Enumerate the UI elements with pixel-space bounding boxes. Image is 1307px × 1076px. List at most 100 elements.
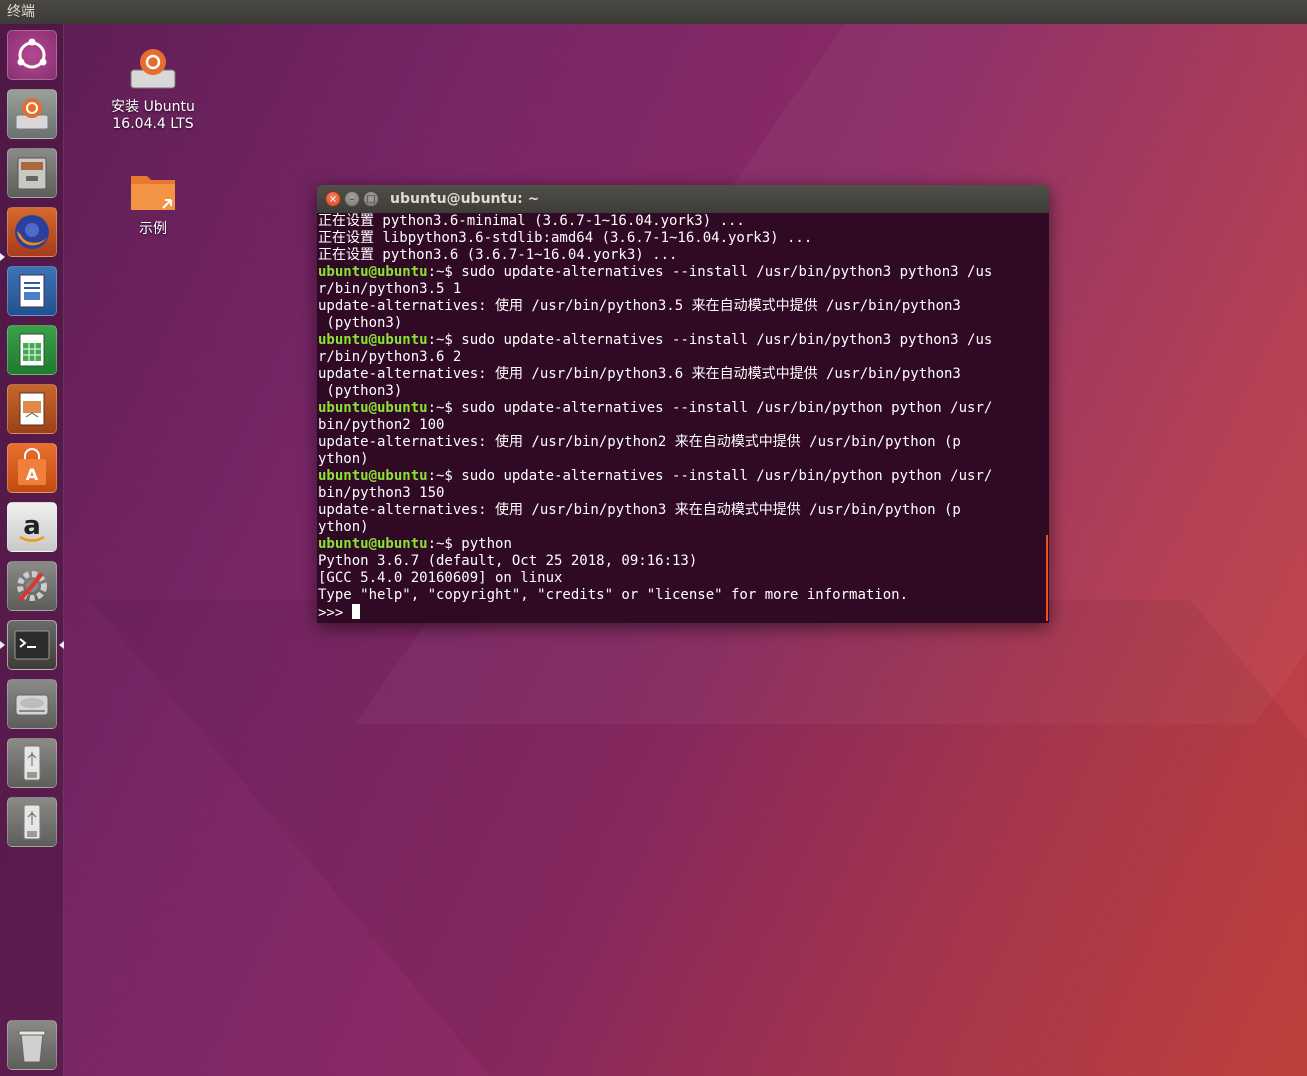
shell-prompt-suffix: :~$ xyxy=(427,536,462,552)
trash-button[interactable] xyxy=(7,1020,57,1070)
shell-prompt: ubuntu@ubuntu xyxy=(318,400,428,416)
usb-drive-1-button[interactable] xyxy=(7,738,57,788)
window-titlebar[interactable]: × – □ ubuntu@ubuntu: ~ xyxy=(317,185,1049,213)
terminal-output-line: (python3) xyxy=(318,315,1041,332)
shell-prompt: ubuntu@ubuntu xyxy=(318,468,428,484)
firefox-button[interactable] xyxy=(7,207,57,257)
line-text: (python3) xyxy=(318,315,403,331)
line-text: sudo update-alternatives --install /usr/… xyxy=(461,332,993,348)
terminal-output-line: r/bin/python3.5 1 xyxy=(318,281,1041,298)
terminal-output-line: Type "help", "copyright", "credits" or "… xyxy=(318,587,1041,604)
scrollbar[interactable] xyxy=(1046,535,1048,621)
svg-text:a: a xyxy=(23,511,41,541)
installer-icon xyxy=(15,98,49,130)
line-text: python xyxy=(461,536,512,552)
python-repl-line[interactable]: >>> xyxy=(318,604,1041,621)
installer-icon xyxy=(130,49,176,89)
terminal-output-line: update-alternatives: 使用 /usr/bin/python2… xyxy=(318,434,1041,451)
shell-prompt-suffix: :~$ xyxy=(427,468,462,484)
files-button[interactable] xyxy=(7,148,57,198)
shell-prompt: ubuntu@ubuntu xyxy=(318,332,428,348)
text-cursor xyxy=(351,604,360,619)
install-ubuntu-button[interactable] xyxy=(7,89,57,139)
system-settings-button[interactable] xyxy=(7,561,57,611)
ubuntu-logo-icon xyxy=(17,38,47,69)
line-text: r/bin/python3.5 1 xyxy=(318,281,462,297)
line-text: Python 3.6.7 (default, Oct 25 2018, 09:1… xyxy=(318,553,698,569)
terminal-icon xyxy=(14,630,50,660)
close-button[interactable]: × xyxy=(325,191,341,207)
desktop-icon-install-ubuntu[interactable]: 安装 Ubuntu 16.04.4 LTS xyxy=(98,44,208,132)
focused-indicator xyxy=(59,641,64,649)
line-text: update-alternatives: 使用 /usr/bin/python3… xyxy=(318,366,961,382)
settings-wrench-icon xyxy=(17,571,47,601)
shell-prompt-suffix: :~$ xyxy=(427,400,462,416)
usb-drive-2-button[interactable] xyxy=(7,797,57,847)
maximize-button[interactable]: □ xyxy=(363,191,379,207)
spreadsheet-icon xyxy=(19,333,45,367)
desktop-icon-label: 安装 Ubuntu xyxy=(111,99,195,115)
line-text: ython) xyxy=(318,451,369,467)
terminal-command-line: ubuntu@ubuntu:~$ sudo update-alternative… xyxy=(318,264,1041,281)
terminal-output-line: Python 3.6.7 (default, Oct 25 2018, 09:1… xyxy=(318,553,1041,570)
terminal-output-line: 正在设置 python3.6 (3.6.7-1~16.04.york3) ... xyxy=(318,247,1041,264)
terminal-command-line: ubuntu@ubuntu:~$ python xyxy=(318,536,1041,553)
software-center-button[interactable]: A xyxy=(7,443,57,493)
desktop-icon-examples[interactable]: 示例 xyxy=(98,170,208,238)
line-text: update-alternatives: 使用 /usr/bin/python2… xyxy=(318,434,961,450)
firefox-icon xyxy=(15,215,49,249)
line-text: update-alternatives: 使用 /usr/bin/python3… xyxy=(318,502,961,518)
minimize-icon: – xyxy=(349,194,355,205)
running-indicator xyxy=(0,641,5,649)
terminal-output-line: ython) xyxy=(318,519,1041,536)
terminal-command-line: ubuntu@ubuntu:~$ sudo update-alternative… xyxy=(318,332,1041,349)
line-text: bin/python2 100 xyxy=(318,417,445,433)
line-text: (python3) xyxy=(318,383,403,399)
terminal-button[interactable] xyxy=(7,620,57,670)
shell-prompt-suffix: :~$ xyxy=(427,332,462,348)
close-icon: × xyxy=(328,194,338,205)
amazon-icon: a xyxy=(19,511,45,542)
line-text: Type "help", "copyright", "credits" or "… xyxy=(318,587,909,603)
terminal-output-line: 正在设置 python3.6-minimal (3.6.7-1~16.04.yo… xyxy=(318,213,1041,230)
usb-drive-icon xyxy=(23,804,41,840)
line-text: sudo update-alternatives --install /usr/… xyxy=(461,264,993,280)
line-text: 正在设置 python3.6 (3.6.7-1~16.04.york3) ... xyxy=(318,247,678,263)
terminal-output-line: ython) xyxy=(318,451,1041,468)
hard-disk-icon xyxy=(15,694,49,716)
window-title: ubuntu@ubuntu: ~ xyxy=(390,191,540,207)
folder-icon xyxy=(131,176,175,210)
launcher: A a xyxy=(0,24,64,1076)
line-text: bin/python3 150 xyxy=(318,485,445,501)
terminal-output-line: bin/python2 100 xyxy=(318,417,1041,434)
maximize-icon: □ xyxy=(366,194,376,205)
wallpaper-shape xyxy=(90,600,1307,1076)
calc-button[interactable] xyxy=(7,325,57,375)
line-text: [GCC 5.4.0 20160609] on linux xyxy=(318,570,563,586)
terminal-output-line: update-alternatives: 使用 /usr/bin/python3… xyxy=(318,298,1041,315)
disk-drive-button[interactable] xyxy=(7,679,57,729)
document-icon xyxy=(19,274,45,308)
trash-icon xyxy=(18,1030,46,1063)
top-panel: 终端 xyxy=(0,0,1307,24)
dash-button[interactable] xyxy=(7,30,57,80)
presentation-icon xyxy=(19,392,45,426)
line-text: sudo update-alternatives --install /usr/… xyxy=(461,400,993,416)
shopping-bag-icon: A xyxy=(18,448,46,485)
impress-button[interactable] xyxy=(7,384,57,434)
amazon-button[interactable]: a xyxy=(7,502,57,552)
terminal-output[interactable]: 正在设置 python3.6-minimal (3.6.7-1~16.04.yo… xyxy=(317,213,1049,623)
desktop-icon-label: 示例 xyxy=(139,221,167,237)
terminal-output-line: bin/python3 150 xyxy=(318,485,1041,502)
line-text: 正在设置 python3.6-minimal (3.6.7-1~16.04.yo… xyxy=(318,213,745,229)
desktop-icon-label: 16.04.4 LTS xyxy=(112,116,194,132)
line-text: ython) xyxy=(318,519,369,535)
terminal-command-line: ubuntu@ubuntu:~$ sudo update-alternative… xyxy=(318,468,1041,485)
terminal-output-line: [GCC 5.4.0 20160609] on linux xyxy=(318,570,1041,587)
terminal-command-line: ubuntu@ubuntu:~$ sudo update-alternative… xyxy=(318,400,1041,417)
shell-prompt: ubuntu@ubuntu xyxy=(318,536,428,552)
terminal-output-line: update-alternatives: 使用 /usr/bin/python3… xyxy=(318,502,1041,519)
minimize-button[interactable]: – xyxy=(344,191,360,207)
writer-button[interactable] xyxy=(7,266,57,316)
terminal-output-line: (python3) xyxy=(318,383,1041,400)
